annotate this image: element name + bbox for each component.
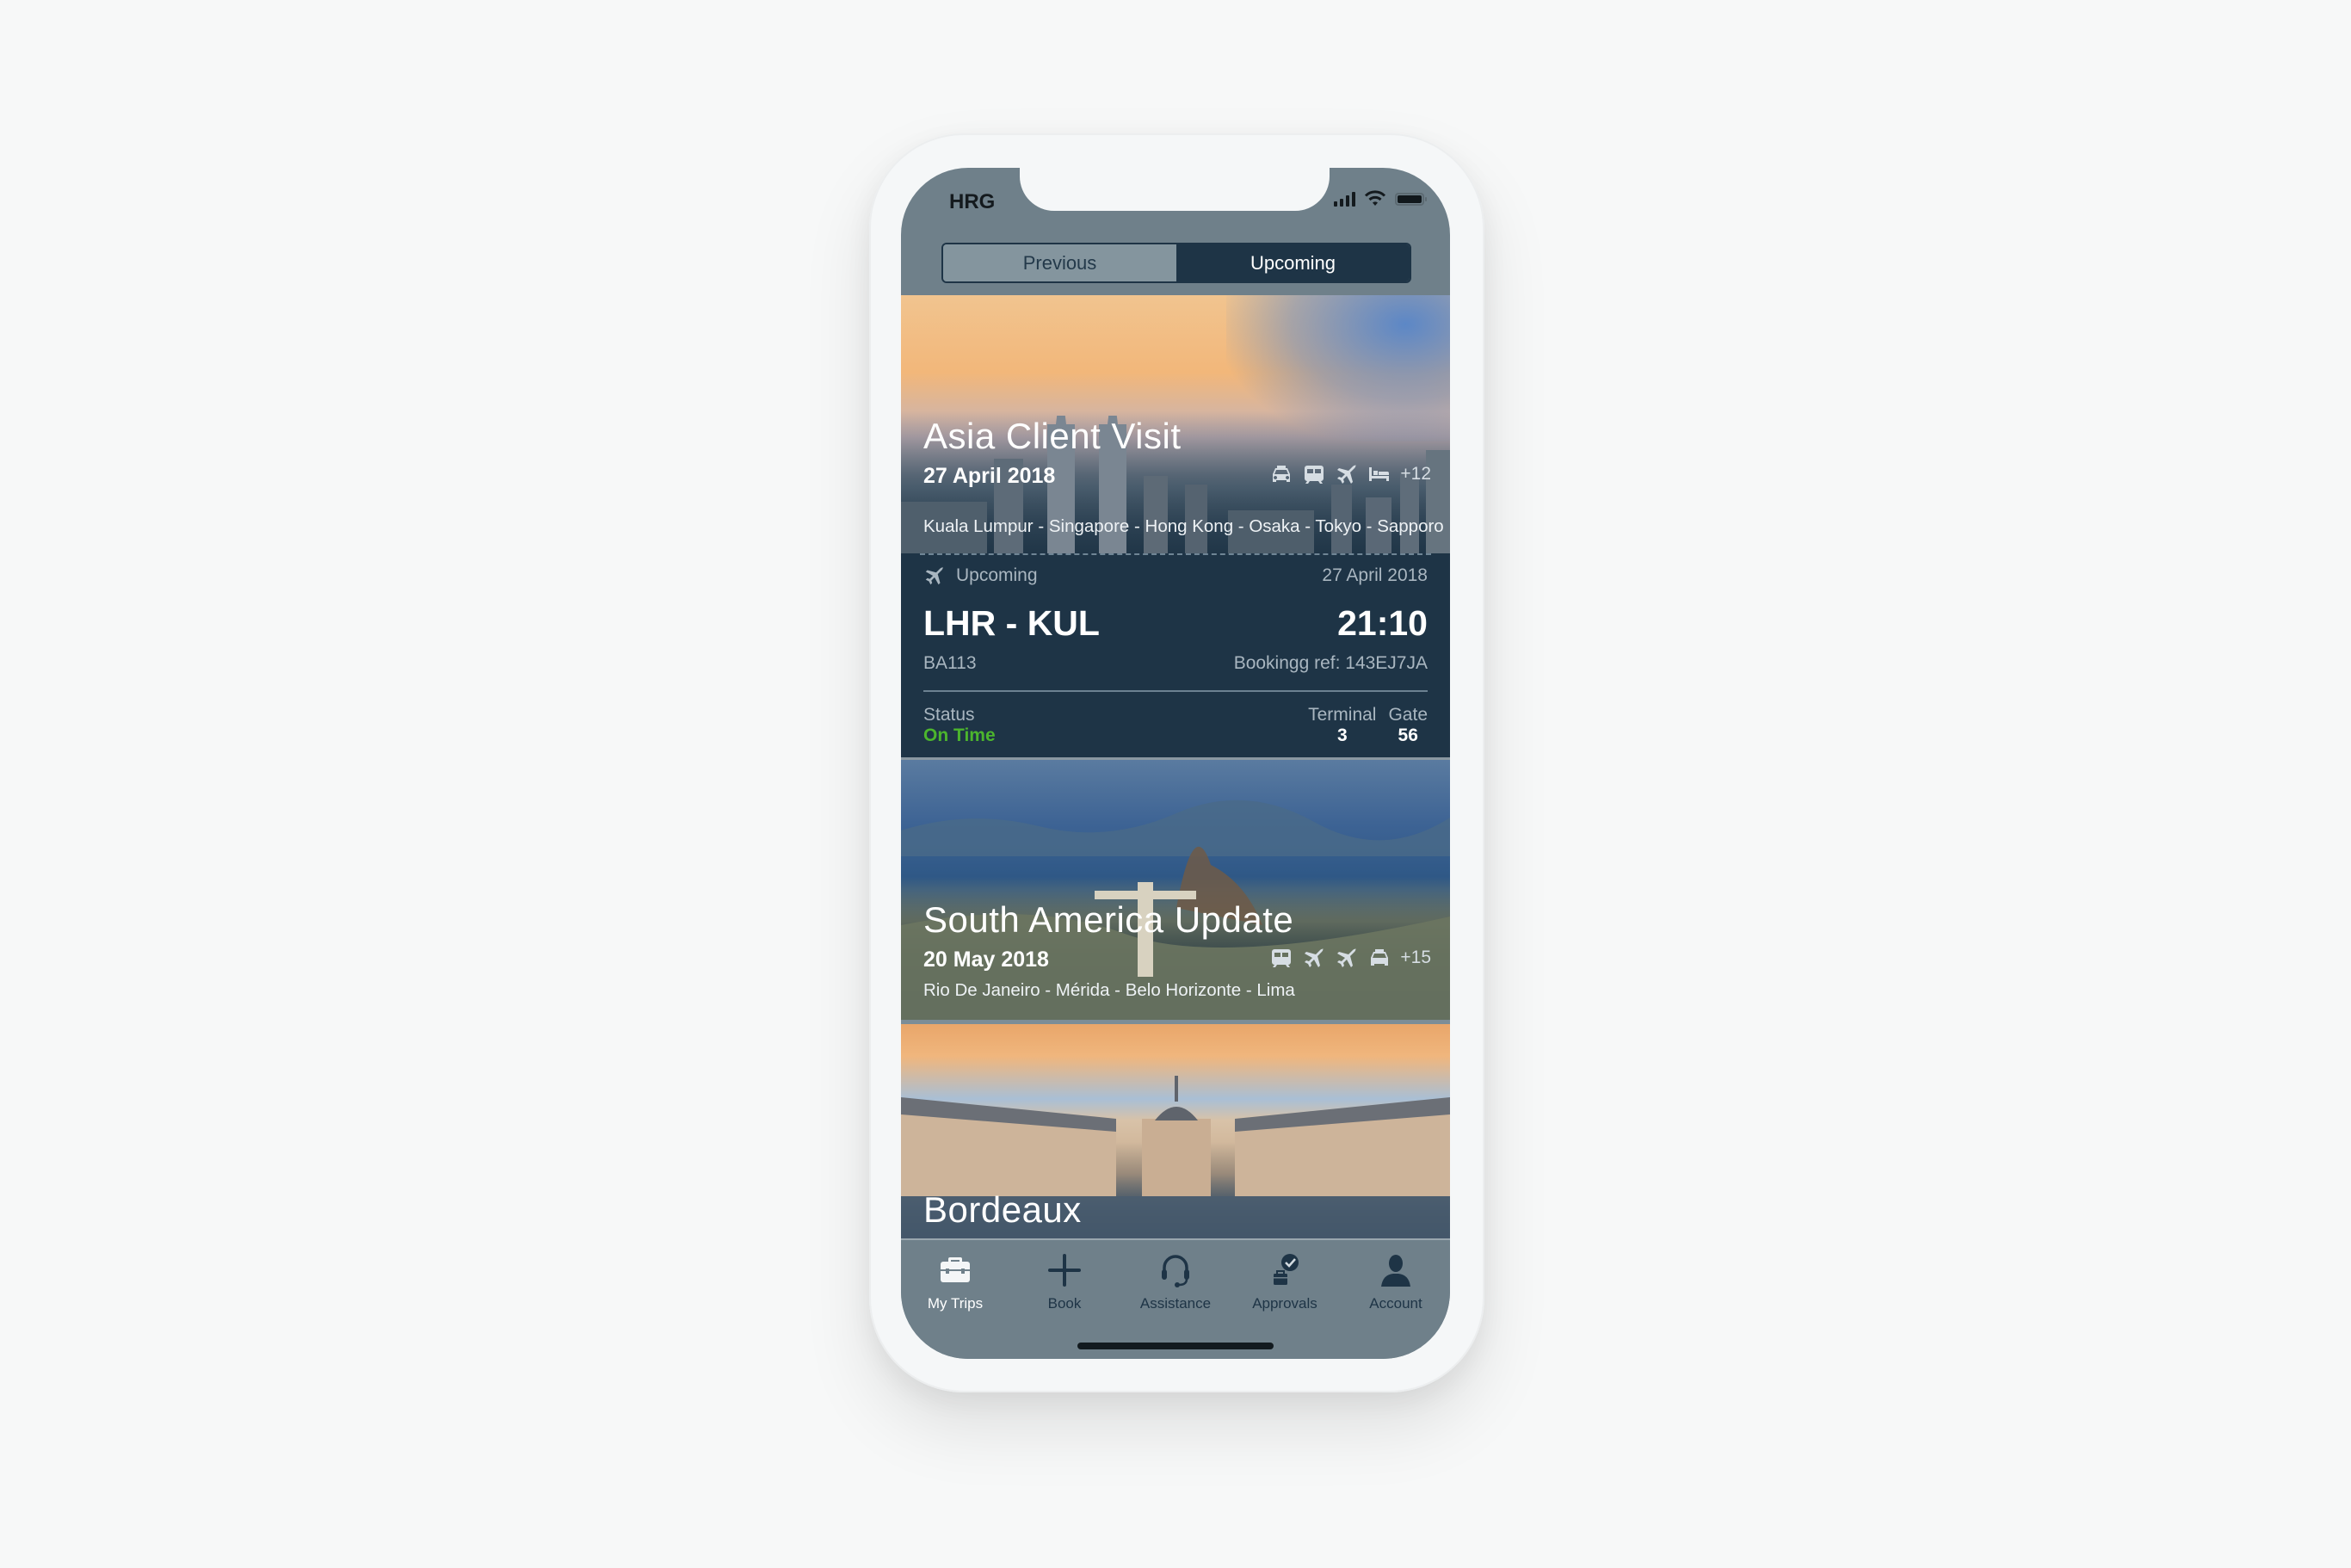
gate-value: 56: [1398, 725, 1418, 745]
tab-assistance[interactable]: Assistance: [1124, 1250, 1227, 1312]
booking-ref: Bookingg ref: 143EJ7JA: [1233, 653, 1428, 673]
trip-date: 27 April 2018: [923, 464, 1056, 488]
status-value: On Time: [923, 725, 996, 745]
more-segments-count: +12: [1400, 464, 1431, 484]
tab-previous[interactable]: Previous: [943, 244, 1176, 281]
tab-label: Approvals: [1252, 1295, 1317, 1312]
approvals-icon: [1274, 1254, 1299, 1285]
tab-book[interactable]: Book: [1013, 1250, 1116, 1312]
notch: [1020, 168, 1330, 211]
wifi-icon: [1364, 190, 1386, 206]
tab-approvals[interactable]: Approvals: [1233, 1250, 1336, 1312]
bottom-tab-bar: My Trips Book Assistance Approvals Accou…: [901, 1238, 1450, 1359]
flight-header-row: Upcoming 27 April 2018: [923, 565, 1428, 586]
briefcase-icon: [941, 1257, 970, 1282]
flight-time: 21:10: [1337, 603, 1428, 643]
trip-segment-icons: +12: [1269, 464, 1431, 485]
headset-icon: [1162, 1255, 1189, 1287]
tab-upcoming[interactable]: Upcoming: [1176, 244, 1410, 281]
flight-route: LHR - KUL: [923, 603, 1100, 643]
trip-title: South America Update: [923, 899, 1294, 940]
car-icon: [1371, 949, 1389, 966]
trip-title: Asia Client Visit: [923, 416, 1182, 456]
plane-icon: [1305, 948, 1324, 967]
terminal-value: 3: [1336, 725, 1348, 745]
trip-cities: Kuala Lumpur - Singapore - Hong Kong - O…: [923, 516, 1444, 536]
app-screen: HRG Previous Upcoming Asia Client Visit …: [901, 168, 1450, 1359]
trip-card-south-america-update[interactable]: South America Update 20 May 2018 +15 Rio…: [901, 760, 1450, 1020]
next-flight-card[interactable]: Upcoming 27 April 2018 LHR - KUL 21:10 B…: [901, 553, 1450, 757]
flight-ref-row: BA113 Bookingg ref: 143EJ7JA: [923, 653, 1428, 674]
flight-status-label: Upcoming: [956, 565, 1038, 585]
hotel-icon: [1369, 467, 1390, 481]
plane-icon: [1337, 948, 1357, 967]
terminal-heading: Terminal: [1308, 705, 1377, 725]
tab-label: My Trips: [927, 1295, 984, 1312]
dashed-divider: [920, 553, 1431, 555]
trip-card-bordeaux[interactable]: Bordeaux: [901, 1024, 1450, 1238]
trip-title: Bordeaux: [923, 1189, 1082, 1230]
status-icons: [1334, 190, 1427, 207]
tab-label: Book: [1047, 1295, 1082, 1312]
battery-icon: [1395, 192, 1427, 206]
train-icon: [1305, 466, 1324, 484]
gate-heading: Gate: [1388, 705, 1428, 725]
tab-label: Assistance: [1139, 1295, 1212, 1312]
person-icon: [1381, 1255, 1410, 1287]
flight-status-row: Status On Time Terminal 3 Gate 56: [923, 705, 1428, 746]
flight-number: BA113: [923, 653, 977, 673]
trips-segmented-control: Previous Upcoming: [941, 243, 1411, 283]
home-indicator[interactable]: [1077, 1343, 1274, 1349]
train-icon: [1272, 949, 1292, 967]
plane-icon: [925, 566, 944, 585]
tab-my-trips[interactable]: My Trips: [904, 1250, 1007, 1312]
plus-icon: [1048, 1254, 1081, 1287]
trip-cities: Rio De Janeiro - Mérida - Belo Horizonte…: [923, 980, 1295, 1000]
tab-label: Account: [1369, 1295, 1422, 1312]
trip-card-asia-client-visit[interactable]: Asia Client Visit 27 April 2018 +12 Kual…: [901, 295, 1450, 553]
trip-date: 20 May 2018: [923, 948, 1049, 972]
status-heading: Status: [923, 705, 975, 725]
flight-divider: [923, 690, 1428, 692]
more-segments-count: +15: [1400, 948, 1431, 967]
trip-segment-icons: +15: [1269, 948, 1431, 968]
plane-icon: [1337, 465, 1357, 484]
car-icon: [1273, 466, 1291, 482]
carrier-name: HRG: [949, 190, 996, 213]
tab-account[interactable]: Account: [1344, 1250, 1447, 1312]
signal-icon: [1334, 191, 1355, 207]
flight-main-row: LHR - KUL 21:10: [923, 603, 1428, 644]
flight-date: 27 April 2018: [1322, 565, 1428, 585]
